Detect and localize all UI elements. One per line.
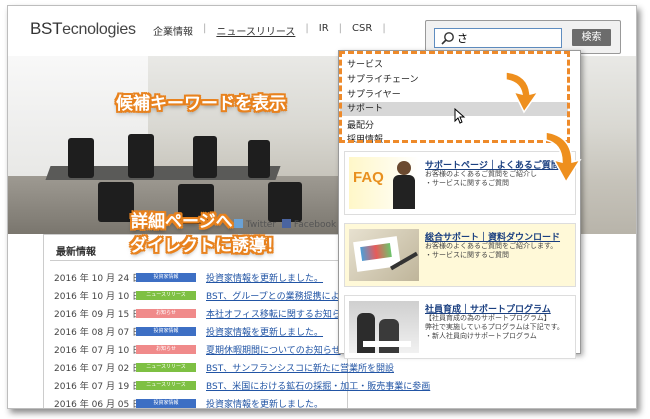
- nav-item-ir[interactable]: IR: [309, 23, 339, 38]
- mouse-cursor-icon: [454, 108, 466, 124]
- result-card-desc: 【社員育成の為のサポートプログラム】 弊社で実施しているプログラムは下記です。 …: [425, 314, 564, 340]
- callout-detail-line1: 詳細ページへ: [131, 212, 233, 232]
- news-date: 2016 年 10 月 24 日: [54, 274, 142, 284]
- callout-keyword: 候補キーワードを表示: [116, 94, 286, 114]
- nav-item-csr[interactable]: CSR: [342, 23, 382, 38]
- site-logo[interactable]: BSTecnologies: [30, 19, 136, 39]
- arrow-icon: [545, 131, 582, 184]
- news-link[interactable]: BST、サンフランシスコに新たに営業所を開設: [206, 361, 394, 374]
- browser-page: BSTecnologies 企業情報 | ニュースリリース | IR | CSR | さ…: [7, 5, 637, 409]
- news-row: 2016 年 10 月 24 日 投資家情報 投資家情報を更新しました。: [54, 271, 323, 284]
- news-date: 2016 年 10 月 10 日: [54, 292, 142, 302]
- news-tag: お知らせ: [136, 309, 196, 318]
- search-button[interactable]: 検索: [572, 29, 611, 46]
- training-thumbnail: [349, 301, 419, 353]
- nav-item-company[interactable]: 企業情報: [143, 23, 203, 38]
- news-tag: 投資家情報: [136, 399, 196, 408]
- news-date: 2016 年 09 月 15 日: [54, 310, 142, 320]
- news-row: 2016 年 06 月 05 日 投資家情報 投資家情報を更新しました。: [54, 397, 323, 409]
- result-card-desc: お客様のよくあるご質問をご紹介します。 ・サービスに関するご質問: [425, 242, 558, 259]
- news-row: 2016 年 07 月 02 日 ニュースリリース BST、サンフランシスコに新…: [54, 361, 394, 374]
- news-section: 最新情報 2016 年 10 月 24 日 投資家情報 投資家情報を更新しました…: [43, 234, 430, 409]
- news-date: 2016 年 07 月 10 日: [54, 346, 142, 356]
- result-card[interactable]: 社員育成｜サポートプログラム 【社員育成の為のサポートプログラム】 弊社で実施し…: [344, 295, 576, 359]
- news-date: 2016 年 07 月 02 日: [54, 364, 142, 374]
- faq-thumbnail: FAQ: [349, 157, 419, 209]
- news-tag: 投資家情報: [136, 273, 196, 282]
- callout-detail-line2: ダイレクトに誘導！: [130, 236, 283, 256]
- news-date: 2016 年 08 月 07 日: [54, 328, 142, 338]
- news-title: 最新情報: [56, 247, 96, 258]
- news-link[interactable]: 本社オフィス移転に関するお知らせ: [206, 307, 350, 320]
- news-link[interactable]: 投資家情報を更新しました。: [206, 325, 323, 338]
- news-row: 2016 年 10 月 10 日 ニュースリリース BST、グループとの業務提携…: [54, 289, 348, 302]
- twitter-icon: [234, 219, 243, 228]
- result-card[interactable]: 総合サポート｜資料ダウンロード お客様のよくあるご質問をご紹介します。 ・サービ…: [344, 223, 576, 287]
- news-tag: ニュースリリース: [136, 363, 196, 372]
- search-box: さ 検索: [425, 20, 621, 54]
- twitter-link[interactable]: Twitter: [234, 219, 276, 230]
- news-link[interactable]: 夏期休暇期間についてのお知らせ: [206, 343, 341, 356]
- news-tag: お知らせ: [136, 345, 196, 354]
- social-links: Twitter Facebook: [234, 219, 336, 230]
- news-tag: 投資家情報: [136, 327, 196, 336]
- global-nav: 企業情報 | ニュースリリース | IR | CSR |: [143, 23, 386, 38]
- nav-item-news[interactable]: ニュースリリース: [206, 23, 305, 38]
- news-row: 2016 年 08 月 07 日 投資家情報 投資家情報を更新しました。: [54, 325, 323, 338]
- news-date: 2016 年 06 月 05 日: [54, 400, 142, 409]
- news-tag: ニュースリリース: [136, 291, 196, 300]
- result-card-desc: お客様のよくあるご質問をご紹介し ・サービスに関するご質問: [425, 170, 537, 187]
- news-row: 2016 年 09 月 15 日 お知らせ 本社オフィス移転に関するお知らせ: [54, 307, 350, 320]
- news-link[interactable]: BST、グループとの業務提携による: [206, 289, 348, 302]
- news-link[interactable]: 投資家情報を更新しました。: [206, 271, 323, 284]
- search-icon: [441, 32, 454, 45]
- news-date: 2016 年 07 月 19 日: [54, 382, 142, 392]
- facebook-link[interactable]: Facebook: [282, 219, 336, 230]
- news-row: 2016 年 07 月 19 日 ニュースリリース BST、米国における鉱石の採…: [54, 379, 430, 392]
- news-link[interactable]: BST、米国における鉱石の採掘・加工・販売事業に参画: [206, 379, 430, 392]
- news-link[interactable]: 投資家情報を更新しました。: [206, 397, 323, 408]
- news-tag: ニュースリリース: [136, 381, 196, 390]
- arrow-icon: [505, 71, 540, 114]
- site-header: BSTecnologies 企業情報 | ニュースリリース | IR | CSR | さ…: [8, 6, 636, 54]
- document-thumbnail: [349, 229, 419, 281]
- facebook-icon: [282, 219, 292, 228]
- news-row: 2016 年 07 月 10 日 お知らせ 夏期休暇期間についてのお知らせ: [54, 343, 341, 356]
